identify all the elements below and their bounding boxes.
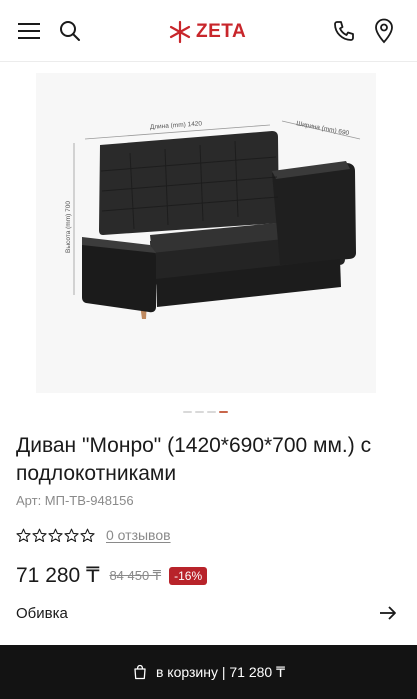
logo-text: ZETA: [196, 21, 247, 42]
star-empty-icon[interactable]: [16, 528, 31, 543]
phone-icon[interactable]: [329, 16, 359, 46]
product-title: Диван "Монро" (1420*690*700 мм.) с подло…: [16, 434, 372, 485]
product-sku: Арт: МП-ТВ-948156: [16, 493, 134, 508]
upholstery-option-row[interactable]: Обивка: [0, 595, 417, 631]
gallery-dot[interactable]: [183, 411, 192, 413]
upholstery-label: Обивка: [16, 604, 68, 622]
star-empty-icon[interactable]: [80, 528, 95, 543]
price-row: 71 280 ₸ 84 450 ₸ -16%: [16, 563, 208, 588]
rating-row: 0 отзывов: [16, 527, 171, 543]
star-empty-icon[interactable]: [48, 528, 63, 543]
width-dimension-label: Ширина (mm) 690: [296, 120, 350, 137]
old-price: 84 450 ₸: [109, 567, 162, 583]
zeta-star-icon: [169, 20, 191, 44]
hamburger-menu-icon[interactable]: [14, 16, 44, 46]
length-dimension-label: Длина (mm) 1420: [150, 120, 203, 131]
star-empty-icon[interactable]: [64, 528, 79, 543]
reviews-link[interactable]: 0 отзывов: [106, 527, 171, 543]
shopping-bag-icon: [134, 664, 146, 680]
add-to-cart-button[interactable]: в корзину | 71 280 ₸: [0, 645, 417, 699]
gallery-dot[interactable]: [195, 411, 204, 413]
gallery-pagination: [183, 411, 228, 413]
discount-badge: -16%: [169, 566, 208, 585]
search-icon[interactable]: [55, 16, 85, 46]
site-logo[interactable]: ZETA: [168, 18, 246, 46]
current-price: 71 280 ₸: [16, 564, 100, 587]
gallery-dot-active[interactable]: [219, 411, 228, 413]
product-image-gallery[interactable]: Длина (mm) 1420 Ширина (mm) 690 Высота (…: [0, 63, 417, 418]
add-to-cart-label: в корзину | 71 280 ₸: [155, 663, 286, 680]
star-empty-icon[interactable]: [32, 528, 47, 543]
height-dimension-label: Высота (mm) 700: [65, 201, 72, 253]
gallery-dot[interactable]: [207, 411, 216, 413]
top-header: ZETA: [0, 0, 417, 62]
sofa-image: Длина (mm) 1420 Ширина (mm) 690 Высота (…: [65, 120, 361, 319]
arrow-right-icon: [380, 606, 396, 620]
map-pin-icon[interactable]: [369, 16, 399, 46]
